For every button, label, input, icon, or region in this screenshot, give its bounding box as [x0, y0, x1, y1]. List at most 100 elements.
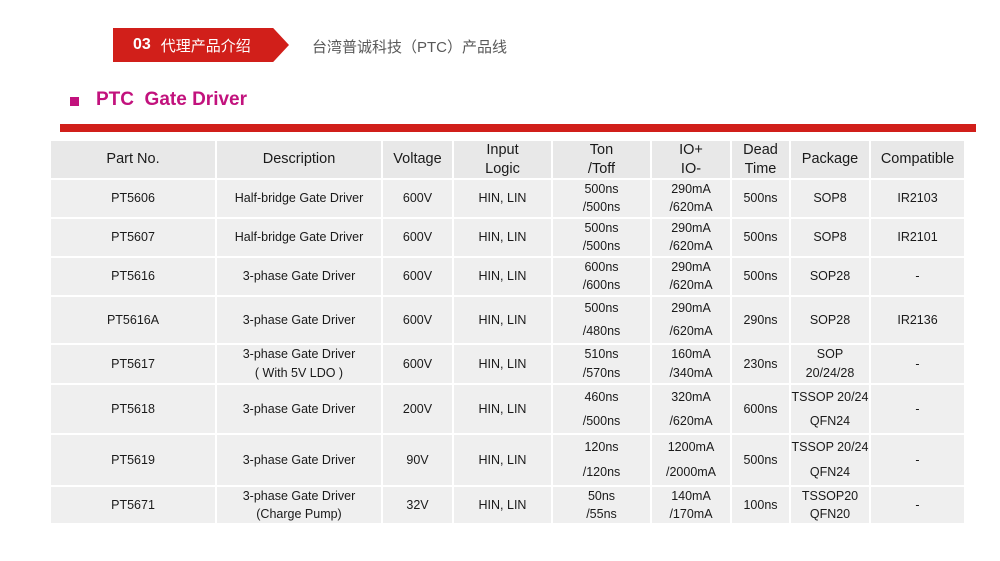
cell-io-top: 140mA: [671, 488, 711, 503]
cell-part-no: PT5671: [49, 485, 217, 525]
cell-ton-toff-bottom: /500ns: [582, 239, 621, 254]
cell-io: 140mA/170mA: [650, 485, 732, 525]
cell-io-bottom: /620mA: [669, 239, 713, 254]
cell-io-bottom: /340mA: [669, 366, 713, 380]
cell-ton-toff: 600ns/600ns: [551, 256, 652, 297]
cell-package: TSSOP 20/24 QFN24: [789, 433, 871, 487]
spec-table: Part No. Description Voltage Input Logic …: [49, 139, 966, 525]
header-ton: Ton/Toff: [551, 139, 652, 180]
header-dead-line1: Dead: [743, 142, 778, 159]
header-input-line1: Input: [486, 142, 519, 159]
cell-io-top: 160mA: [671, 347, 711, 361]
cell-input-logic: HIN, LIN: [452, 178, 553, 219]
section-subtitle: 台湾普诚科技（PTC）产品线: [312, 39, 508, 56]
cell-dead-time: 500ns: [730, 433, 791, 487]
table-row: PT5619 3-phase Gate Driver 90V HIN, LIN 120n…: [49, 433, 966, 487]
header-part: Part No.: [49, 139, 217, 180]
cell-dead-time: 290ns: [730, 295, 791, 345]
cell-input-logic: HIN, LIN: [452, 485, 553, 525]
cell-io-bottom: /170mA: [669, 506, 713, 521]
cell-part-no: PT5607: [49, 217, 217, 258]
cell-description: 3-phase Gate Driver: [215, 256, 383, 297]
cell-ton-toff: 500ns/480ns: [551, 295, 652, 345]
cell-ton-toff-bottom: /570ns: [582, 366, 621, 380]
header-package: Package: [789, 139, 871, 180]
cell-compatible: -: [869, 485, 966, 525]
cell-compatible: -: [869, 433, 966, 487]
cell-description-bottom: (Charge Pump): [256, 506, 342, 521]
cell-package: SOP28: [789, 295, 871, 345]
header-input-line2: Logic: [485, 160, 520, 177]
cell-ton-toff-bottom: /500ns: [582, 413, 621, 428]
cell-input-logic: HIN, LIN: [452, 295, 553, 345]
header-row: Part No. Description Voltage Input Logic …: [49, 139, 966, 180]
cell-compatible: IR2136: [869, 295, 966, 345]
cell-ton-toff-top: 120ns: [584, 440, 619, 454]
table-row: PT5616 3-phase Gate Driver 600V HIN, LIN 600…: [49, 256, 966, 297]
cell-dead-time: 500ns: [730, 217, 791, 258]
title-bullet-icon: [70, 97, 79, 106]
cell-voltage: 32V: [381, 485, 454, 525]
cell-package: SOP8: [789, 178, 871, 219]
cell-voltage: 90V: [381, 433, 454, 487]
cell-dead-time: 500ns: [730, 256, 791, 297]
cell-io: 290mA/620mA: [650, 256, 732, 297]
header-io-line1: IO+: [679, 142, 703, 159]
cell-io: 290mA/620mA: [650, 217, 732, 258]
cell-description: 3-phase Gate Driver (Charge Pump): [215, 485, 383, 525]
cell-description: Half-bridge Gate Driver: [215, 217, 383, 258]
cell-input-logic: HIN, LIN: [452, 433, 553, 487]
cell-package: SOP 20/24/28: [789, 343, 871, 385]
cell-package-top: TSSOP20: [801, 488, 859, 503]
cell-ton-toff-top: 500ns: [584, 181, 619, 196]
table-row: PT5617 3-phase Gate Driver ( With 5V LDO )…: [49, 343, 966, 385]
cell-io-bottom: /620mA: [669, 200, 713, 215]
cell-dead-time: 500ns: [730, 178, 791, 219]
cell-package-top: TSSOP 20/24: [791, 440, 869, 454]
cell-description-top: 3-phase Gate Driver: [242, 347, 356, 361]
cell-ton-toff-bottom: /600ns: [582, 278, 621, 293]
cell-package-bottom: QFN24: [809, 413, 851, 428]
section-tab: 03 代理产品介绍: [113, 28, 289, 62]
table-row: PT5616A 3-phase Gate Driver 600V HIN, LIN 50…: [49, 295, 966, 345]
cell-ton-toff: 500ns/500ns: [551, 178, 652, 219]
header-description: Description: [215, 139, 383, 180]
cell-ton-toff-bottom: /55ns: [586, 506, 617, 521]
header-io-line2: IO-: [680, 160, 702, 177]
cell-io-bottom: /2000mA: [665, 465, 717, 479]
cell-ton-toff-top: 460ns: [584, 389, 619, 404]
cell-ton-toff-top: 500ns: [584, 220, 619, 235]
cell-input-logic: HIN, LIN: [452, 383, 553, 435]
header-input: Input Logic: [452, 139, 553, 180]
cell-description: 3-phase Gate Driver: [215, 383, 383, 435]
cell-io-top: 290mA: [671, 301, 711, 315]
header-io: IO+ IO-: [650, 139, 732, 180]
cell-ton-toff-bottom: /120ns: [582, 465, 621, 479]
cell-io-top: 290mA: [671, 220, 711, 235]
section-name: 代理产品介绍: [160, 37, 251, 55]
cell-package-bottom: 20/24/28: [805, 366, 855, 380]
cell-ton-toff: 510ns/570ns: [551, 343, 652, 385]
cell-compatible: -: [869, 256, 966, 297]
cell-package-top: TSSOP 20/24: [791, 389, 869, 404]
cell-part-no: PT5617: [49, 343, 217, 385]
cell-dead-time: 600ns: [730, 383, 791, 435]
cell-part-no: PT5619: [49, 433, 217, 487]
cell-part-no: PT5616: [49, 256, 217, 297]
header-voltage: Voltage: [381, 139, 454, 180]
cell-io-bottom: /620mA: [669, 278, 713, 293]
cell-description: Half-bridge Gate Driver: [215, 178, 383, 219]
cell-voltage: 200V: [381, 383, 454, 435]
table-row: PT5607 Half-bridge Gate Driver 600V HIN, LI…: [49, 217, 966, 258]
cell-description-bottom: ( With 5V LDO ): [254, 366, 344, 380]
cell-description: 3-phase Gate Driver: [215, 433, 383, 487]
cell-compatible: IR2101: [869, 217, 966, 258]
cell-compatible: -: [869, 343, 966, 385]
cell-package-bottom: QFN24: [809, 465, 851, 479]
cell-compatible: IR2103: [869, 178, 966, 219]
cell-ton-toff-bottom: /480ns: [582, 324, 621, 338]
section-number: 03: [133, 36, 151, 53]
cell-io-top: 1200mA: [667, 440, 715, 454]
cell-package-top: SOP: [816, 347, 844, 361]
cell-part-no: PT5618: [49, 383, 217, 435]
